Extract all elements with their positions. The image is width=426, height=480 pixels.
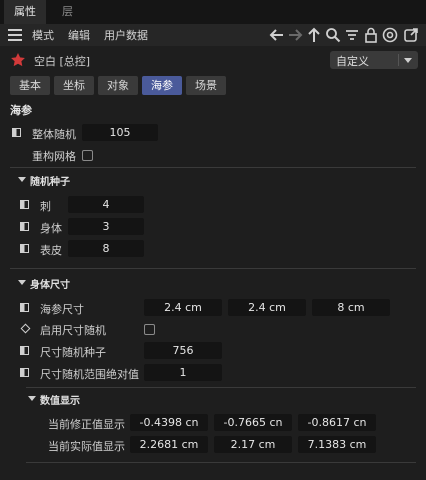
rebuild-mesh-label: 重构网格 [32, 150, 76, 163]
keyframe-icon[interactable] [20, 200, 29, 209]
correction-row: 当前修正值显示 -0.4398 cn -0.7665 cn -0.8617 cn [0, 414, 426, 432]
size-z-input[interactable]: 8 cm [312, 299, 390, 316]
divider [10, 268, 416, 269]
seed-input[interactable]: 4 [68, 196, 144, 213]
seed-label: 刺 [40, 200, 51, 213]
hamburger-menu-icon[interactable] [8, 29, 22, 41]
subtab-sea-cucumber[interactable]: 海参 [142, 76, 182, 95]
random-seed-group-header[interactable]: 随机种子 [18, 173, 138, 189]
size-x-input[interactable]: 2.4 cm [144, 299, 222, 316]
correction-z: -0.8617 cn [298, 414, 376, 431]
random-seed-title: 随机种子 [30, 177, 70, 188]
up-arrow-icon[interactable] [305, 26, 323, 44]
size-seed-input[interactable]: 756 [144, 342, 222, 359]
menu-user-data[interactable]: 用户数据 [104, 27, 148, 43]
correction-y: -0.7665 cn [214, 414, 292, 431]
mode-dropdown[interactable]: 自定义 [330, 51, 418, 69]
size-row: 海参尺寸 2.4 cm 2.4 cm 8 cm [0, 299, 426, 317]
keyframe-icon[interactable] [20, 368, 29, 377]
seed-row: 表皮 8 [0, 240, 426, 258]
size-seed-row: 尺寸随机种子 756 [0, 342, 426, 360]
body-size-title: 身体尺寸 [30, 280, 70, 291]
size-seed-label: 尺寸随机种子 [40, 346, 106, 359]
search-icon[interactable] [324, 26, 342, 44]
actual-x: 2.2681 cm [130, 436, 208, 453]
overall-random-row: 整体随机 105 [0, 124, 426, 142]
seed-label: 身体 [40, 222, 62, 235]
chevron-down-icon [28, 396, 36, 401]
tab-attributes[interactable]: 属性 [4, 0, 46, 24]
forward-arrow-icon[interactable] [286, 26, 304, 44]
divider [26, 387, 416, 388]
actual-y: 2.17 cm [214, 436, 292, 453]
section-title: 海参 [10, 104, 32, 117]
size-label: 海参尺寸 [40, 303, 84, 316]
actual-row: 当前实际值显示 2.2681 cm 2.17 cm 7.1383 cm [0, 436, 426, 454]
size-range-row: 尺寸随机范围绝对值 1 [0, 364, 426, 382]
overall-random-label: 整体随机 [32, 128, 76, 141]
target-icon[interactable] [381, 26, 399, 44]
diamond-keyframe-icon[interactable] [20, 323, 31, 334]
lock-icon[interactable] [362, 26, 380, 44]
seed-input[interactable]: 8 [68, 240, 144, 257]
rebuild-mesh-row: 重构网格 [0, 146, 426, 164]
new-window-icon[interactable] [402, 26, 420, 44]
seed-label: 表皮 [40, 244, 62, 257]
keyframe-icon[interactable] [12, 128, 21, 137]
correction-label: 当前修正值显示 [48, 418, 125, 431]
keyframe-icon[interactable] [20, 303, 29, 312]
enable-size-random-checkbox[interactable] [144, 324, 155, 335]
object-header: 空白 [总控] 自定义 [0, 50, 426, 72]
keyframe-icon[interactable] [20, 222, 29, 231]
divider [10, 167, 416, 168]
rebuild-mesh-checkbox[interactable] [82, 150, 93, 161]
star-icon [10, 52, 26, 68]
subtab-object[interactable]: 对象 [98, 76, 138, 95]
chevron-down-icon [18, 177, 26, 182]
actual-z: 7.1383 cm [298, 436, 376, 453]
body-size-group-header[interactable]: 身体尺寸 [18, 276, 138, 292]
menu-bar: 模式 编辑 用户数据 [0, 24, 426, 46]
object-name: 空白 [总控] [34, 55, 91, 68]
panel-tab-bar: 属性 层 [0, 0, 426, 24]
size-range-input[interactable]: 1 [144, 364, 222, 381]
seed-input[interactable]: 3 [68, 218, 144, 235]
actual-label: 当前实际值显示 [48, 440, 125, 453]
filter-icon[interactable] [343, 26, 361, 44]
tab-layers[interactable]: 层 [52, 0, 83, 24]
chevron-down-icon [404, 58, 412, 63]
value-display-group-header[interactable]: 数值显示 [28, 392, 148, 408]
seed-row: 身体 3 [0, 218, 426, 236]
subtab-basic[interactable]: 基本 [10, 76, 50, 95]
menu-mode[interactable]: 模式 [32, 27, 54, 43]
divider [26, 462, 416, 463]
keyframe-icon[interactable] [20, 244, 29, 253]
menu-edit[interactable]: 编辑 [68, 27, 90, 43]
overall-random-input[interactable]: 105 [82, 124, 158, 141]
mode-dropdown-value: 自定义 [336, 55, 369, 68]
size-range-label: 尺寸随机范围绝对值 [40, 368, 139, 381]
enable-size-random-label: 启用尺寸随机 [40, 324, 106, 337]
keyframe-icon[interactable] [20, 346, 29, 355]
enable-size-random-row: 启用尺寸随机 [0, 320, 426, 338]
back-arrow-icon[interactable] [268, 26, 286, 44]
chevron-down-icon [18, 280, 26, 285]
value-display-title: 数值显示 [40, 396, 80, 407]
seed-row: 刺 4 [0, 196, 426, 214]
correction-x: -0.4398 cn [130, 414, 208, 431]
subtab-scene[interactable]: 场景 [186, 76, 226, 95]
size-y-input[interactable]: 2.4 cm [228, 299, 306, 316]
dropdown-separator [398, 54, 399, 66]
subtab-coord[interactable]: 坐标 [54, 76, 94, 95]
